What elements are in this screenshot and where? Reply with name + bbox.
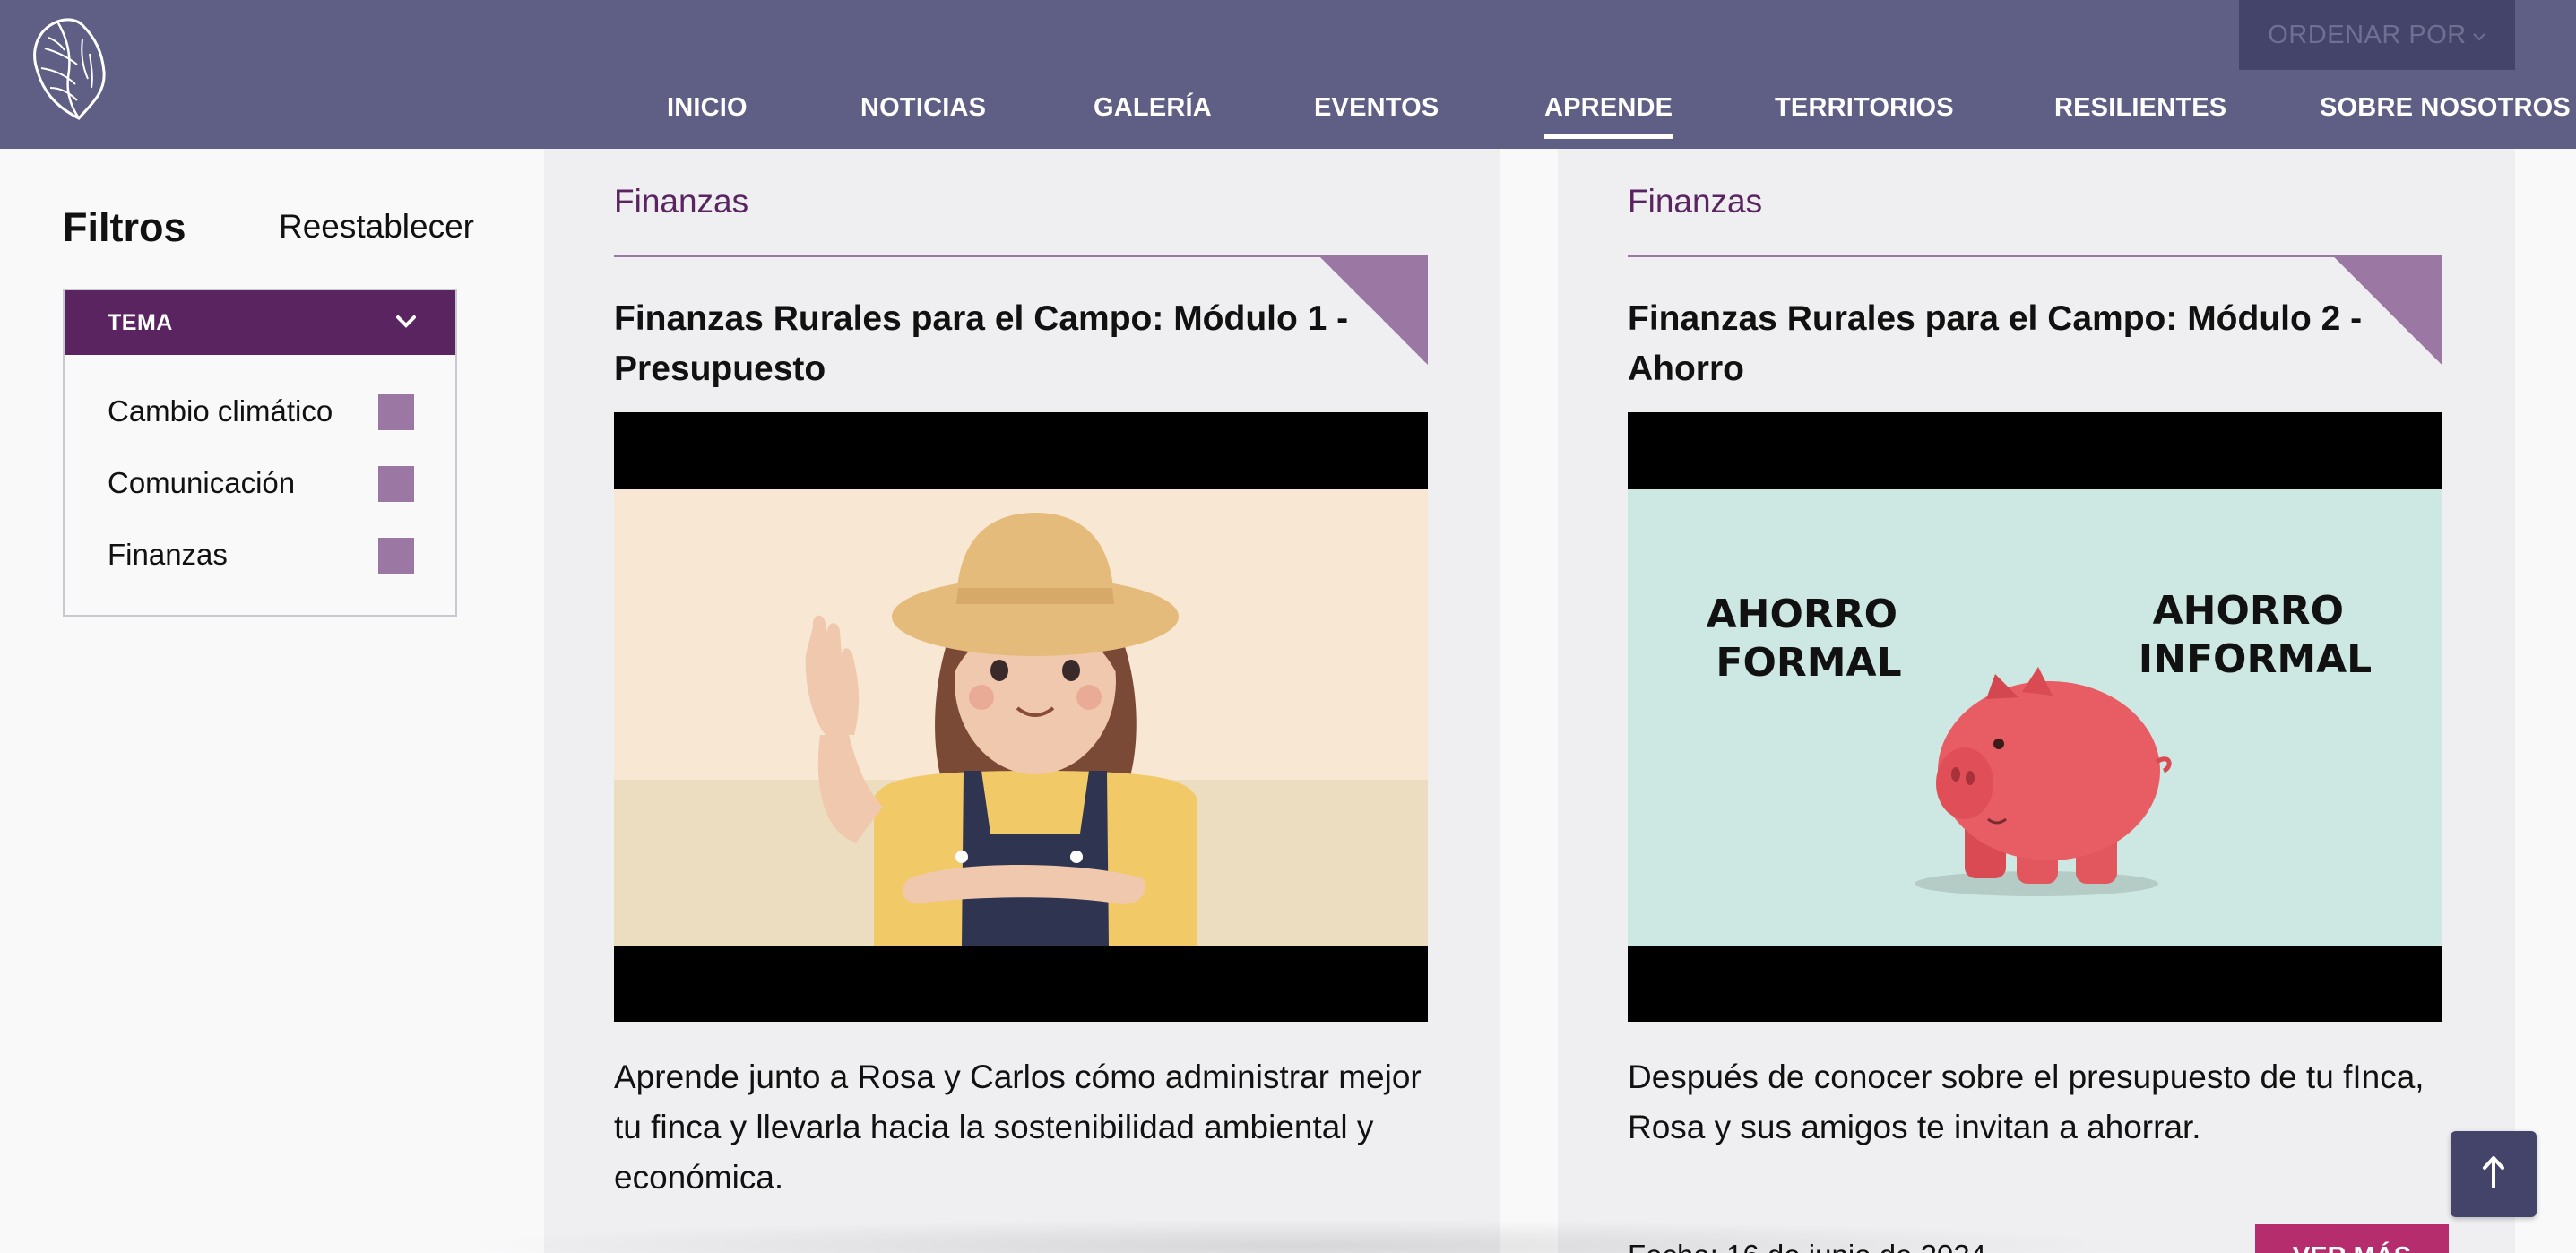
nav-item-noticias[interactable]: NOTICIAS: [860, 93, 986, 123]
filter-checkbox-finanzas[interactable]: [378, 538, 414, 574]
filter-panel: TEMA Cambio climático Comunicación Finan…: [63, 289, 457, 617]
filter-checkbox-cambio-climatico[interactable]: [378, 394, 414, 430]
filter-option-label: Finanzas: [108, 538, 228, 571]
card-category[interactable]: Finanzas: [1628, 183, 1762, 220]
chevron-down-icon: [394, 310, 418, 333]
card-description: Aprende junto a Rosa y Carlos cómo admin…: [614, 1059, 1422, 1196]
chevron-down-icon: [2472, 28, 2486, 47]
filter-option-label: Cambio climático: [108, 394, 333, 428]
reset-filters-link[interactable]: Reestablecer: [279, 208, 474, 246]
nav-item-galeria[interactable]: GALERÍA: [1094, 93, 1212, 123]
video-player[interactable]: [614, 412, 1428, 1022]
site-header: ORDENAR POR INICIO NOTICIAS GALERÍA EVEN…: [0, 0, 2576, 149]
filter-option-label: Comunicación: [108, 466, 296, 499]
back-to-top-button[interactable]: [2451, 1131, 2537, 1217]
nav-item-sobre-nosotros[interactable]: SOBRE NOSOTROS: [2320, 93, 2571, 123]
filter-group-header[interactable]: TEMA: [65, 290, 455, 355]
nav-item-inicio[interactable]: INICIO: [667, 93, 748, 123]
nav-item-resilientes[interactable]: RESILIENTES: [2054, 93, 2226, 123]
card-divider: [614, 255, 1428, 257]
arrow-up-icon: [2480, 1154, 2507, 1195]
filter-group-label: TEMA: [108, 309, 173, 335]
video-thumbnail-farmer-girl: [614, 412, 1428, 1022]
nav-item-territorios[interactable]: TERRITORIOS: [1775, 93, 1954, 123]
card-title[interactable]: Finanzas Rurales para el Campo: Módulo 2…: [1628, 294, 2363, 394]
course-card: Finanzas Finanzas Rurales para el Campo:…: [544, 149, 1500, 1253]
card-description: Después de conocer sobre el presupuesto …: [1628, 1059, 2425, 1145]
logo-icon[interactable]: [27, 13, 111, 124]
card-divider: [1628, 255, 2442, 257]
filter-checkbox-comunicacion[interactable]: [378, 466, 414, 502]
nav-item-eventos[interactable]: EVENTOS: [1314, 93, 1439, 123]
card-date: Fecha: 16 de junio de 2024: [1628, 1239, 1986, 1253]
filters-title: Filtros: [63, 204, 186, 250]
view-more-button[interactable]: VER MÁS: [2255, 1224, 2449, 1253]
sort-by-label: ORDENAR POR: [2268, 20, 2467, 49]
card-title[interactable]: Finanzas Rurales para el Campo: Módulo 1…: [614, 294, 1349, 394]
video-thumbnail-piggy-bank: AHORRO FORMAL AHORRO INFORMAL: [1628, 412, 2442, 1022]
sort-by-button[interactable]: ORDENAR POR: [2239, 0, 2515, 70]
video-player[interactable]: AHORRO FORMAL AHORRO INFORMAL: [1628, 412, 2442, 1022]
card-category[interactable]: Finanzas: [614, 183, 748, 220]
course-card: Finanzas Finanzas Rurales para el Campo:…: [1558, 149, 2515, 1253]
nav-item-aprende[interactable]: APRENDE: [1544, 93, 1673, 139]
